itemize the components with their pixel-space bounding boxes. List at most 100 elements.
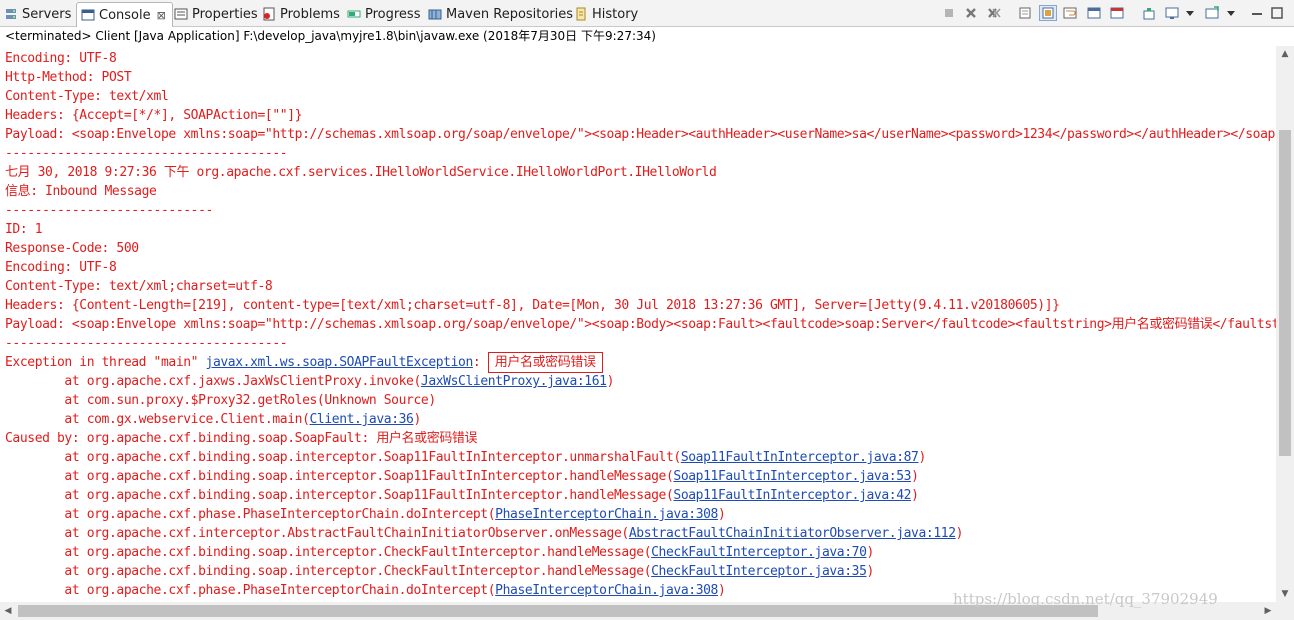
console-icon	[81, 8, 95, 22]
console-line: Payload: <soap:Envelope xmlns:soap="http…	[5, 127, 1276, 142]
source-link[interactable]: CheckFaultInterceptor.java:70	[651, 545, 867, 560]
scroll-up-icon[interactable]: ▲	[1276, 46, 1294, 62]
tab-progress[interactable]: Progress	[347, 2, 420, 26]
word-wrap-icon[interactable]	[1061, 5, 1079, 21]
source-link[interactable]: Soap11FaultInInterceptor.java:42	[673, 488, 911, 503]
source-link[interactable]: PhaseInterceptorChain.java:308	[495, 507, 718, 522]
open-console-icon[interactable]	[1203, 5, 1221, 21]
frame-end: )	[911, 469, 919, 484]
stack-frame: at com.sun.proxy.$Proxy32.getRoles(Unkno…	[5, 391, 436, 410]
caused-by-line: Caused by: org.apache.cxf.binding.soap.S…	[5, 431, 478, 446]
history-icon	[574, 7, 588, 21]
show-console-on-stdout-icon[interactable]	[1085, 5, 1103, 21]
stack-frame: at org.apache.cxf.binding.soap.intercept…	[5, 486, 919, 505]
remove-all-terminated-icon[interactable]	[985, 5, 1003, 21]
close-tab-icon[interactable]: ⊠	[157, 9, 166, 22]
console-line: Encoding: UTF-8	[5, 260, 117, 275]
frame-text: at org.apache.cxf.phase.PhaseInterceptor…	[5, 507, 496, 522]
frame-end: )	[717, 507, 726, 522]
clear-console-icon[interactable]	[1016, 5, 1034, 21]
frame-end: )	[918, 450, 926, 465]
exception-message: 用户名或密码错误	[487, 352, 603, 373]
tab-properties-label: Properties	[192, 6, 258, 22]
horizontal-scroll-thumb[interactable]	[18, 605, 1098, 617]
frame-text: at org.apache.cxf.binding.soap.intercept…	[5, 469, 674, 484]
frame-text: at com.gx.webservice.Client.main(	[5, 412, 310, 427]
console-line: Headers: {Accept=[*/*], SOAPAction=[""]}	[5, 108, 303, 123]
scroll-down-icon[interactable]: ▼	[1276, 586, 1294, 602]
minimize-icon[interactable]	[1248, 5, 1266, 21]
tab-history[interactable]: History	[574, 2, 638, 26]
console-line: Http-Method: POST	[5, 70, 132, 85]
frame-end: )	[606, 374, 615, 389]
source-link[interactable]: Soap11FaultInInterceptor.java:87	[681, 450, 919, 465]
exception-prefix: Exception in thread "main"	[5, 355, 206, 370]
scroll-left-icon[interactable]: ◀	[0, 602, 16, 620]
scroll-right-icon[interactable]: ▶	[1260, 602, 1276, 620]
console-line: Headers: {Content-Length=[219], content-…	[5, 298, 1060, 313]
frame-end: )	[866, 564, 875, 579]
console-line: Encoding: UTF-8	[5, 51, 117, 66]
maven-repositories-icon	[428, 7, 442, 21]
source-link[interactable]: CheckFaultInterceptor.java:35	[651, 564, 867, 579]
maximize-icon[interactable]	[1268, 5, 1286, 21]
exception-class-link[interactable]: javax.xml.ws.soap.SOAPFaultException	[206, 355, 474, 370]
display-selected-console-icon[interactable]	[1163, 5, 1181, 21]
stack-frame: at org.apache.cxf.binding.soap.intercept…	[5, 467, 919, 486]
tab-problems-label: Problems	[280, 6, 340, 22]
stack-frame: at org.apache.cxf.interceptor.AbstractFa…	[5, 524, 963, 543]
frame-text: at org.apache.cxf.binding.soap.intercept…	[5, 545, 652, 560]
problems-icon	[262, 7, 276, 21]
tab-maven-repositories-label: Maven Repositories	[446, 6, 574, 22]
show-console-on-stderr-icon[interactable]	[1108, 5, 1126, 21]
chevron-down-icon[interactable]	[1222, 5, 1240, 21]
source-link[interactable]: Soap11FaultInInterceptor.java:53	[673, 469, 911, 484]
frame-text: at org.apache.cxf.phase.PhaseInterceptor…	[5, 583, 496, 598]
console-line: ----------------------------	[5, 203, 213, 218]
remove-launch-icon[interactable]	[962, 5, 980, 21]
frame-text: at org.apache.cxf.binding.soap.intercept…	[5, 488, 674, 503]
progress-icon	[347, 7, 361, 21]
console-line: --------------------------------------	[5, 146, 288, 161]
servers-icon	[4, 7, 18, 21]
pin-console-icon[interactable]	[1140, 5, 1158, 21]
stack-frame: at org.apache.cxf.binding.soap.intercept…	[5, 562, 874, 581]
stack-frame: at com.gx.webservice.Client.main(Client.…	[5, 410, 421, 429]
stack-frame: at org.apache.cxf.binding.soap.intercept…	[5, 448, 926, 467]
terminate-icon[interactable]	[940, 5, 958, 21]
scroll-lock-icon[interactable]	[1039, 5, 1057, 21]
stack-frame: at org.apache.cxf.phase.PhaseInterceptor…	[5, 505, 725, 524]
tab-history-label: History	[592, 6, 639, 22]
source-link[interactable]: Client.java:36	[310, 412, 414, 427]
frame-text: at org.apache.cxf.binding.soap.intercept…	[5, 564, 652, 579]
console-output[interactable]: Encoding: UTF-8 Http-Method: POST Conten…	[0, 46, 1276, 602]
source-link[interactable]: PhaseInterceptorChain.java:308	[495, 583, 718, 598]
tab-console[interactable]: Console ⊠	[76, 2, 173, 27]
tab-servers[interactable]: Servers	[4, 2, 71, 26]
console-line: Response-Code: 500	[5, 241, 139, 256]
console-line: Payload: <soap:Envelope xmlns:soap="http…	[5, 317, 1276, 332]
vertical-scrollbar[interactable]: ▲ ▼	[1276, 46, 1294, 602]
console-line: 信息: Inbound Message	[5, 184, 157, 199]
source-link[interactable]: JaxWsClientProxy.java:161	[421, 374, 607, 389]
tab-maven-repositories[interactable]: Maven Repositories	[428, 2, 573, 26]
process-status-label: <terminated> Client [Java Application] F…	[5, 29, 656, 43]
view-menu-icon[interactable]	[1181, 5, 1199, 21]
view-tab-bar: Servers Console ⊠ Properties Problems Pr…	[0, 0, 1294, 27]
source-link[interactable]: AbstractFaultChainInitiatorObserver.java…	[629, 526, 956, 541]
exception-line: Exception in thread "main" javax.xml.ws.…	[5, 352, 603, 373]
frame-end: )	[955, 526, 964, 541]
tab-properties[interactable]: Properties	[174, 2, 258, 26]
frame-end: )	[866, 545, 875, 560]
stack-frame: at org.apache.cxf.phase.PhaseInterceptor…	[5, 581, 725, 600]
tab-servers-label: Servers	[22, 6, 72, 22]
exception-separator: :	[472, 355, 488, 370]
stack-frame: at org.apache.cxf.jaxws.JaxWsClientProxy…	[5, 372, 614, 391]
vertical-scroll-thumb[interactable]	[1279, 130, 1291, 456]
tab-progress-label: Progress	[365, 6, 421, 22]
tab-problems[interactable]: Problems	[262, 2, 340, 26]
console-line: --------------------------------------	[5, 336, 288, 351]
console-line: Content-Type: text/xml;charset=utf-8	[5, 279, 273, 294]
frame-text: at com.sun.proxy.$Proxy32.getRoles(Unkno…	[5, 393, 436, 408]
frame-end: )	[413, 412, 421, 427]
